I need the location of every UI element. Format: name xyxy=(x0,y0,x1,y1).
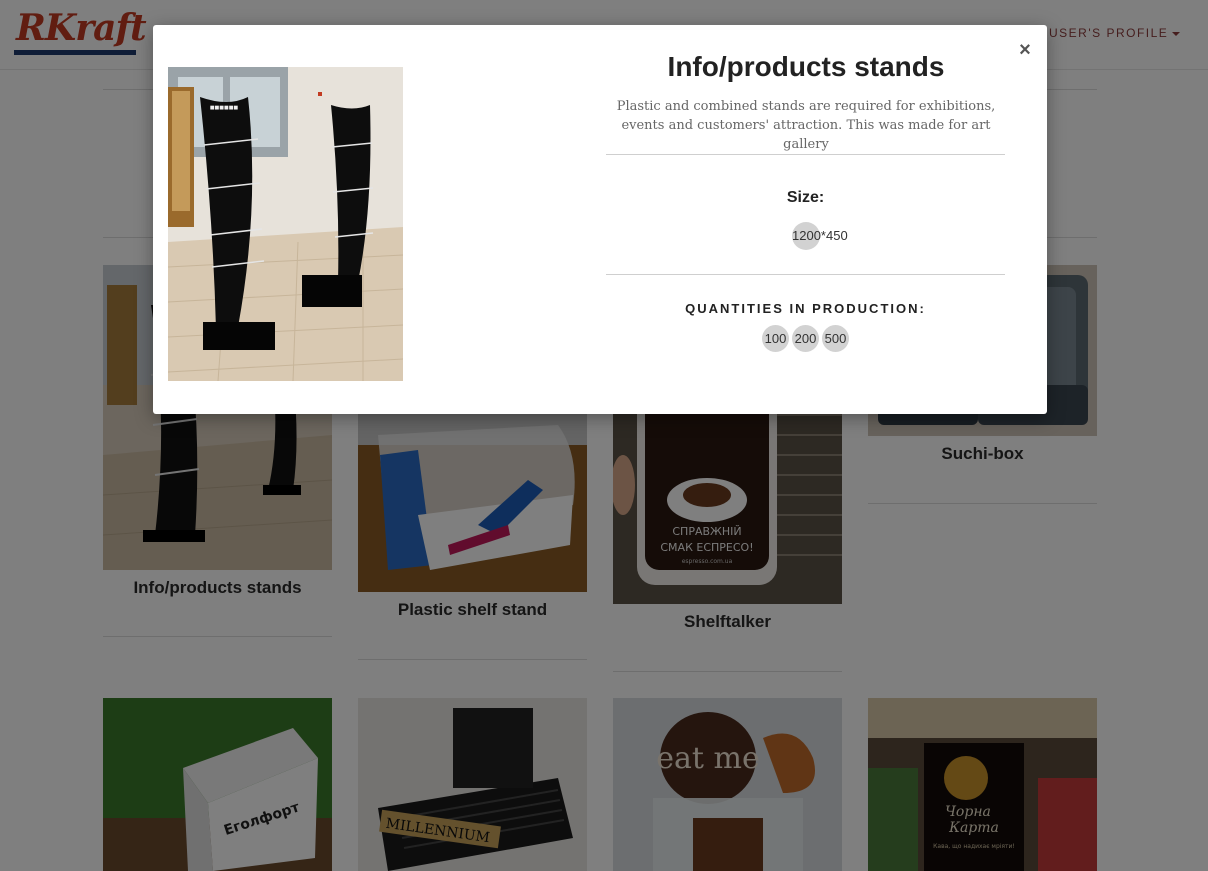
close-button[interactable]: × xyxy=(1016,39,1034,61)
product-modal: ■■■■■■ × Info/products stands Plastic an… xyxy=(153,25,1047,414)
modal-divider xyxy=(606,154,1005,155)
modal-description: Plastic and combined stands are required… xyxy=(616,99,996,152)
modal-divider xyxy=(606,274,1005,275)
modal-stands-photo: ■■■■■■ xyxy=(168,67,403,381)
quantity-chip-500[interactable]: 500 xyxy=(822,325,849,352)
quantities-label: QUANTITIES IN PRODUCTION: xyxy=(685,301,926,316)
modal-title: Info/products stands xyxy=(667,51,945,82)
size-value: 1200*450 xyxy=(792,228,848,243)
quantity-chip-100[interactable]: 100 xyxy=(762,325,789,352)
size-label: Size: xyxy=(786,189,825,206)
quantity-chip-200[interactable]: 200 xyxy=(792,325,819,352)
quantity-options: 100 200 500 xyxy=(762,325,849,353)
size-option[interactable]: 1200*450 xyxy=(792,222,848,250)
svg-text:■■■■■■: ■■■■■■ xyxy=(210,105,239,111)
modal-product-photo: ■■■■■■ xyxy=(168,67,403,381)
